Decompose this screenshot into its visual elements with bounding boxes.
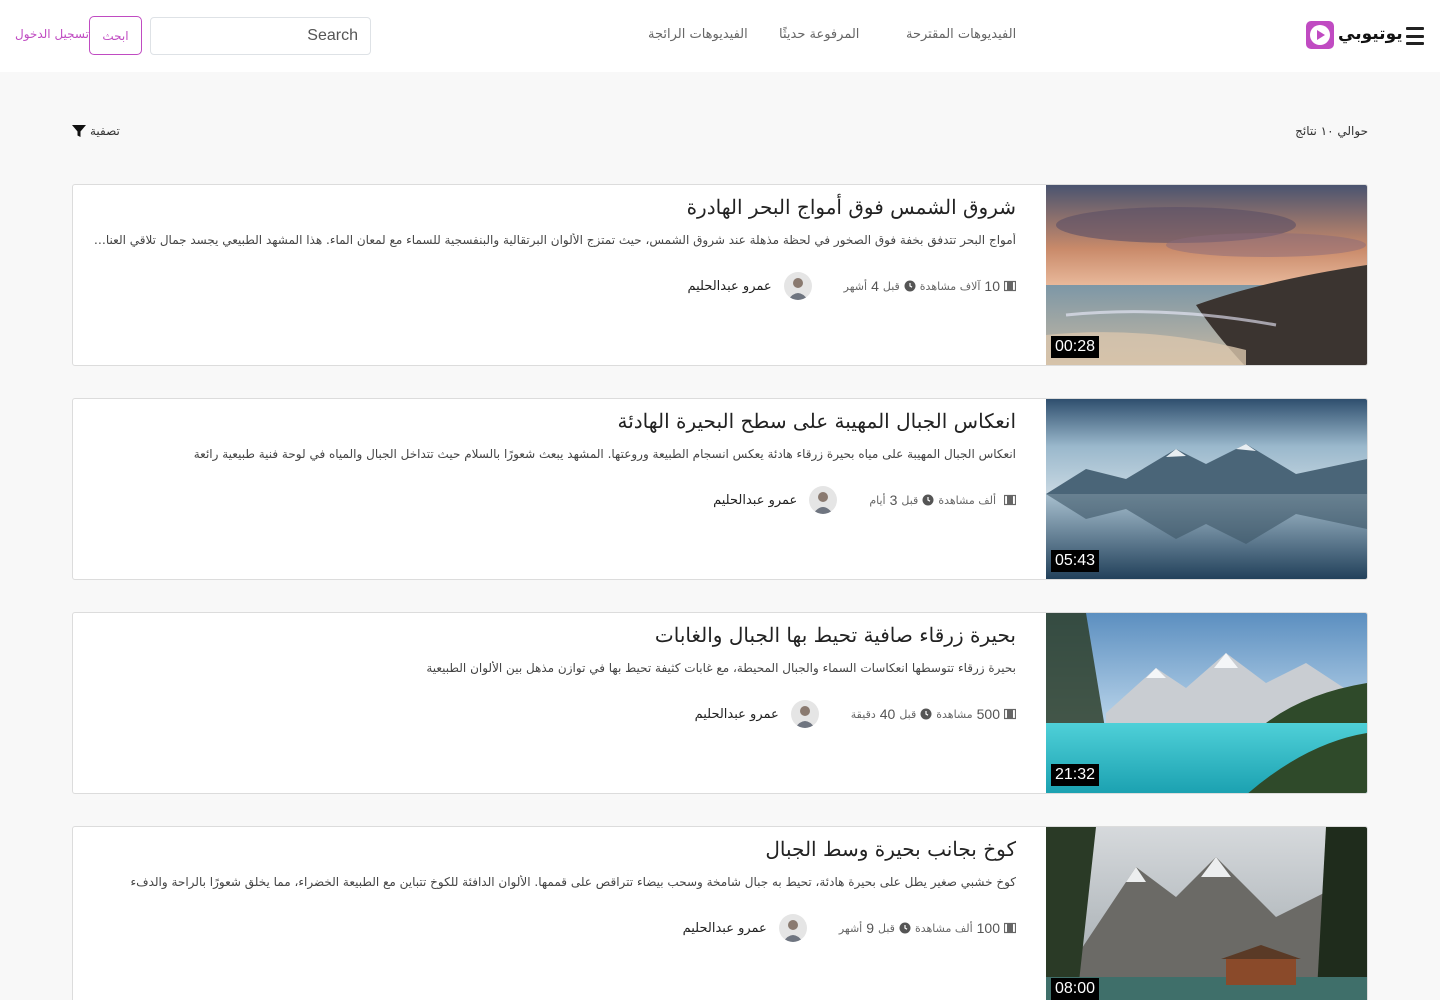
video-description: انعكاس الجبال المهيبة على مياه بحيرة زرق…	[193, 447, 1016, 461]
time-unit: أشهر	[838, 921, 863, 935]
channel-name[interactable]: عمرو عبدالحليم	[687, 279, 771, 294]
time-unit: دقيقة	[850, 707, 876, 721]
clock-icon	[904, 280, 916, 292]
navbar: يوتيوبي الفيديوهات المقترحة المرفوعة حدي…	[0, 0, 1440, 72]
video-info: كوخ بجانب بحيرة وسط الجبال كوخ خشبي صغير…	[84, 827, 1016, 1000]
clock-icon	[922, 494, 934, 506]
channel-avatar[interactable]	[778, 914, 807, 942]
channel-name[interactable]: عمرو عبدالحليم	[683, 921, 767, 936]
time-number: 3	[889, 492, 898, 508]
channel-avatar[interactable]	[783, 272, 812, 300]
video-meta: 100 ألف مشاهدة قبل 9 أشهر عمرو عبدالحليم	[683, 913, 1016, 943]
time-number: 9	[866, 920, 875, 936]
video-card[interactable]: 08:00 كوخ بجانب بحيرة وسط الجبال كوخ خشب…	[72, 826, 1368, 1000]
play-logo-icon[interactable]	[1306, 21, 1334, 49]
filter-button[interactable]: تصفية	[71, 122, 120, 140]
time-prefix: قبل	[878, 921, 895, 935]
nav-link-trending[interactable]: الفيديوهات الرائجة	[648, 27, 748, 42]
views-count: 100	[976, 920, 1000, 936]
video-info: انعكاس الجبال المهيبة على سطح البحيرة ال…	[84, 399, 1016, 579]
channel-avatar[interactable]	[790, 700, 819, 728]
video-description: أمواج البحر تتدفق بخفة فوق الصخور في لحظ…	[84, 233, 1016, 247]
search-button[interactable]: ابحث	[89, 16, 142, 55]
lake-cabin-image	[1046, 827, 1367, 1000]
video-meta: 10 آلاف مشاهدة قبل 4 أشهر عمرو عبدالحليم	[687, 271, 1016, 301]
filter-label: تصفية	[90, 124, 120, 138]
video-card[interactable]: 00:28 شروق الشمس فوق أمواج البحر الهادرة…	[72, 184, 1368, 366]
channel-name[interactable]: عمرو عبدالحليم	[695, 707, 779, 722]
time-prefix: قبل	[899, 707, 917, 721]
video-thumbnail[interactable]: 00:28	[1046, 185, 1367, 365]
login-link[interactable]: تسجيل الدخول	[15, 27, 89, 41]
video-meta: ألف مشاهدة قبل 3 أيام عمرو عبدالحليم	[713, 485, 1016, 515]
film-icon	[1004, 494, 1016, 506]
video-card[interactable]: 21:32 بحيرة زرقاء صافية تحيط بها الجبال …	[72, 612, 1368, 794]
time-unit: أشهر	[843, 279, 868, 293]
video-duration: 05:43	[1051, 550, 1100, 572]
results-count: حوالي ١٠ نتائج	[1295, 124, 1368, 138]
video-thumbnail[interactable]: 21:32	[1046, 613, 1367, 793]
time-unit: أيام	[869, 493, 886, 507]
video-title[interactable]: بحيرة زرقاء صافية تحيط بها الجبال والغاب…	[655, 623, 1016, 647]
video-duration: 08:00	[1051, 978, 1100, 1000]
film-icon	[1004, 922, 1016, 934]
channel-avatar[interactable]	[809, 486, 838, 514]
video-duration: 00:28	[1051, 336, 1100, 358]
video-title[interactable]: انعكاس الجبال المهيبة على سطح البحيرة ال…	[617, 409, 1016, 433]
video-card[interactable]: 05:43 انعكاس الجبال المهيبة على سطح البح…	[72, 398, 1368, 580]
video-duration: 21:32	[1051, 764, 1100, 786]
views-unit: ألف مشاهدة	[938, 493, 996, 507]
time-prefix: قبل	[882, 279, 900, 293]
video-info: شروق الشمس فوق أمواج البحر الهادرة أمواج…	[84, 185, 1016, 365]
views-unit: مشاهدة	[936, 707, 973, 721]
clock-icon	[899, 922, 911, 934]
nav-link-recent[interactable]: المرفوعة حديثًا	[779, 27, 859, 42]
film-icon	[1004, 280, 1016, 292]
film-icon	[1004, 708, 1016, 720]
views-unit: ألف مشاهدة	[914, 921, 973, 935]
video-info: بحيرة زرقاء صافية تحيط بها الجبال والغاب…	[84, 613, 1016, 793]
video-description: بحيرة زرقاء تتوسطها انعكاسات السماء والج…	[426, 661, 1016, 675]
views-count: 500	[976, 706, 1000, 722]
channel-name[interactable]: عمرو عبدالحليم	[713, 493, 797, 508]
video-thumbnail[interactable]: 05:43	[1046, 399, 1367, 579]
video-meta: 500 مشاهدة قبل 40 دقيقة عمرو عبدالحليم	[695, 699, 1016, 729]
views-count: 10	[984, 278, 1000, 294]
video-thumbnail[interactable]: 08:00	[1046, 827, 1367, 1000]
video-title[interactable]: شروق الشمس فوق أمواج البحر الهادرة	[687, 195, 1016, 219]
views-unit: آلاف مشاهدة	[919, 279, 981, 293]
video-title[interactable]: كوخ بجانب بحيرة وسط الجبال	[765, 837, 1016, 861]
clock-icon	[920, 708, 932, 720]
video-description: كوخ خشبي صغير يطل على بحيرة هادئة، تحيط …	[130, 875, 1016, 889]
time-number: 4	[871, 278, 879, 294]
time-number: 40	[879, 706, 896, 722]
search-input[interactable]	[150, 17, 371, 55]
nav-link-suggested[interactable]: الفيديوهات المقترحة	[906, 27, 1016, 42]
filter-icon	[72, 125, 86, 137]
menu-icon[interactable]	[1406, 27, 1424, 45]
time-prefix: قبل	[901, 493, 919, 507]
brand-name[interactable]: يوتيوبي	[1338, 24, 1403, 44]
